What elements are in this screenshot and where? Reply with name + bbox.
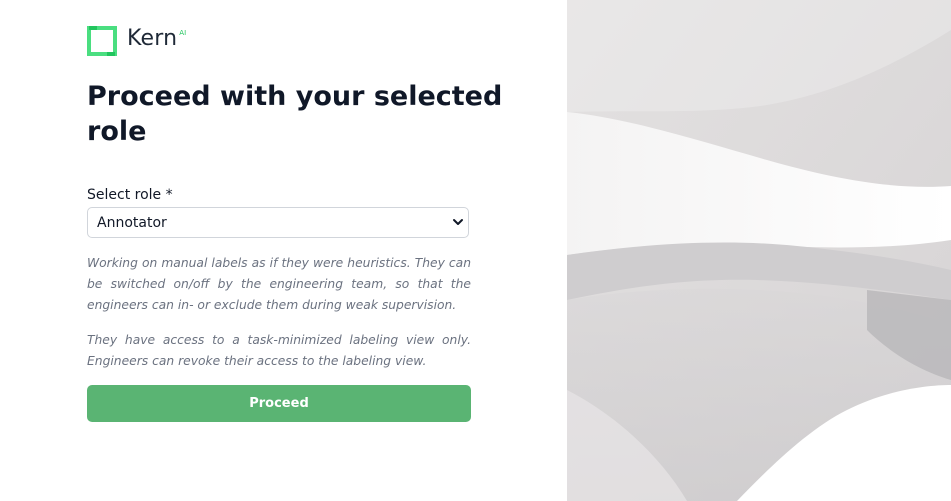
decorative-background-image — [567, 0, 951, 501]
role-selection-panel: Kern AI Proceed with your selected role … — [0, 0, 567, 501]
page-title: Proceed with your selected role — [87, 81, 503, 147]
square-bracket-logo-icon — [87, 26, 117, 56]
page: Kern AI Proceed with your selected role … — [0, 0, 951, 501]
select-role-label: Select role * — [87, 187, 173, 203]
kern-logo: Kern AI — [87, 24, 186, 56]
role-select-value: Annotator — [97, 214, 167, 231]
role-description-paragraph: Working on manual labels as if they were… — [87, 256, 471, 312]
abstract-curves-image — [567, 0, 951, 501]
brand-name: Kern — [127, 26, 178, 51]
role-access-paragraph: They have access to a task-minimized lab… — [87, 333, 471, 368]
role-select[interactable]: Annotator — [87, 207, 469, 238]
brand-suffix: AI — [179, 29, 187, 37]
chevron-down-icon — [453, 219, 463, 225]
proceed-button[interactable]: Proceed — [87, 385, 471, 422]
